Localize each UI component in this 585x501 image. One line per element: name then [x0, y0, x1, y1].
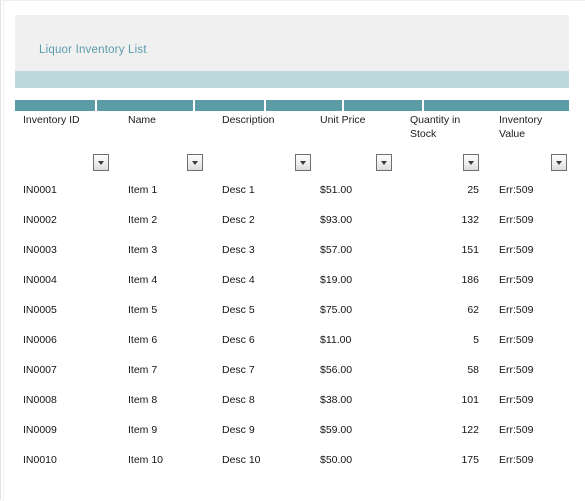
inventory-value-cell[interactable]: Err:509 — [499, 424, 533, 436]
inventory-value-cell[interactable]: Err:509 — [499, 364, 533, 376]
header-segment — [195, 100, 264, 111]
chevron-down-icon — [192, 161, 198, 165]
column-header[interactable]: Quantity in Stock — [410, 113, 460, 141]
column-header[interactable]: Name — [128, 113, 156, 127]
column-header[interactable]: Unit Price — [320, 113, 366, 127]
quantity-cell[interactable]: 151 — [1, 244, 479, 256]
chevron-down-icon — [300, 161, 306, 165]
table-row[interactable]: IN0006 Item 6 Desc 6 $11.00 5 Err:509 — [1, 329, 585, 359]
accent-band — [15, 71, 569, 88]
table-row[interactable]: IN0008 Item 8 Desc 8 $38.00 101 Err:509 — [1, 389, 585, 419]
spreadsheet-page: Liquor Inventory List Inventory ID Name De… — [0, 0, 585, 501]
quantity-cell[interactable]: 58 — [1, 364, 479, 376]
autofilter-button[interactable] — [376, 154, 392, 171]
table-row[interactable]: IN0005 Item 5 Desc 5 $75.00 62 Err:509 — [1, 299, 585, 329]
quantity-cell[interactable]: 62 — [1, 304, 479, 316]
inventory-value-cell[interactable]: Err:509 — [499, 244, 533, 256]
page-title: Liquor Inventory List — [39, 44, 147, 56]
inventory-value-cell[interactable]: Err:509 — [499, 304, 533, 316]
table-row[interactable]: IN0004 Item 4 Desc 4 $19.00 186 Err:509 — [1, 269, 585, 299]
quantity-cell[interactable]: 101 — [1, 394, 479, 406]
header-segment — [424, 100, 569, 111]
header-segment — [97, 100, 193, 111]
inventory-value-cell[interactable]: Err:509 — [499, 334, 533, 346]
inventory-value-cell[interactable]: Err:509 — [499, 394, 533, 406]
chevron-down-icon — [381, 161, 387, 165]
autofilter-button[interactable] — [93, 154, 109, 171]
autofilter-button[interactable] — [551, 154, 567, 171]
quantity-cell[interactable]: 132 — [1, 214, 479, 226]
table-row[interactable]: IN0010 Item 10 Desc 10 $50.00 175 Err:509 — [1, 449, 585, 479]
chevron-down-icon — [98, 161, 104, 165]
header-segment — [266, 100, 342, 111]
column-header[interactable]: Description — [222, 113, 275, 127]
chevron-down-icon — [556, 161, 562, 165]
autofilter-button[interactable] — [295, 154, 311, 171]
quantity-cell[interactable]: 25 — [1, 184, 479, 196]
table-row[interactable]: IN0007 Item 7 Desc 7 $56.00 58 Err:509 — [1, 359, 585, 389]
quantity-cell[interactable]: 186 — [1, 274, 479, 286]
inventory-value-cell[interactable]: Err:509 — [499, 274, 533, 286]
autofilter-button[interactable] — [187, 154, 203, 171]
table-row[interactable]: IN0002 Item 2 Desc 2 $93.00 132 Err:509 — [1, 209, 585, 239]
table-header-strip — [15, 100, 569, 111]
column-header[interactable]: Inventory Value — [499, 113, 542, 141]
chevron-down-icon — [468, 161, 474, 165]
table-row[interactable]: IN0001 Item 1 Desc 1 $51.00 25 Err:509 — [1, 179, 585, 209]
table-body: IN0001 Item 1 Desc 1 $51.00 25 Err:509 IN0002 I… — [1, 179, 585, 479]
header-segment — [344, 100, 422, 111]
title-panel: Liquor Inventory List — [15, 15, 569, 71]
quantity-cell[interactable]: 122 — [1, 424, 479, 436]
column-header[interactable]: Inventory ID — [23, 113, 80, 127]
table-row[interactable]: IN0003 Item 3 Desc 3 $57.00 151 Err:509 — [1, 239, 585, 269]
inventory-value-cell[interactable]: Err:509 — [499, 214, 533, 226]
table-row[interactable]: IN0009 Item 9 Desc 9 $59.00 122 Err:509 — [1, 419, 585, 449]
quantity-cell[interactable]: 5 — [1, 334, 479, 346]
header-segment — [15, 100, 95, 111]
inventory-value-cell[interactable]: Err:509 — [499, 184, 533, 196]
inventory-value-cell[interactable]: Err:509 — [499, 454, 533, 466]
autofilter-button[interactable] — [463, 154, 479, 171]
quantity-cell[interactable]: 175 — [1, 454, 479, 466]
